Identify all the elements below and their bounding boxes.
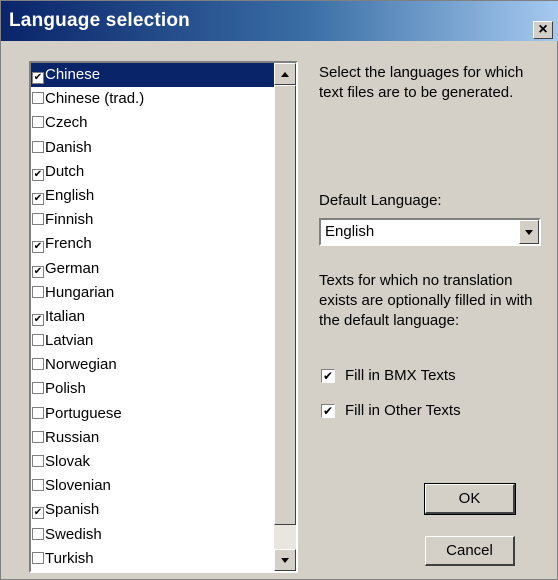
language-selection-dialog: Language selection × ✔ Chinese Chinese (tr… [0,0,558,580]
unchecked-box-icon[interactable] [32,551,44,564]
scroll-down-button[interactable] [274,549,296,571]
language-listbox[interactable]: ✔ Chinese Chinese (trad.) Czech Danish ✔ Dutch… [29,61,298,573]
checked-box-icon[interactable]: ✔ [32,72,44,84]
checked-box-icon[interactable]: ✔ [32,168,44,181]
unchecked-box-icon[interactable] [32,140,44,153]
language-label: English [45,186,95,204]
scroll-up-button[interactable] [274,63,296,85]
unchecked-box-icon[interactable] [32,527,44,540]
close-button[interactable]: × [533,21,553,39]
language-label: German [45,259,100,277]
language-label: Chinese (trad.) [45,90,145,108]
language-item[interactable]: ✔ English [31,184,274,208]
language-item[interactable]: Hungarian [31,281,274,305]
fill-other-label: Fill in Other Texts [345,402,461,419]
language-item[interactable]: ✔ Chinese [31,63,274,88]
unchecked-box-icon[interactable] [32,430,44,443]
unchecked-box-icon[interactable] [32,358,44,371]
language-item[interactable]: Polish [31,377,274,401]
language-label: Portuguese [45,404,122,422]
unchecked-box-icon[interactable] [32,92,44,105]
language-item[interactable]: Portuguese [31,402,274,426]
language-label: Latvian [45,332,94,350]
checked-box-icon[interactable]: ✔ [32,313,44,326]
unchecked-box-icon[interactable] [32,285,44,298]
language-label: Slovak [45,453,91,470]
checked-box-icon[interactable]: ✔ [32,507,44,520]
default-language-value: English [325,223,375,240]
chevron-down-icon [525,230,533,235]
scrollbar[interactable] [274,63,296,571]
language-item[interactable]: Czech [31,111,274,135]
checked-box-icon[interactable]: ✔ [32,241,44,254]
language-item[interactable]: ✔ Dutch [31,160,274,184]
language-item[interactable]: Latvian [31,329,274,353]
dropdown-button[interactable] [519,220,539,244]
language-label: Italian [45,307,86,325]
language-label: Spanish [45,501,100,519]
language-item[interactable]: Slovenian [31,474,274,498]
language-label: Turkish [45,549,94,567]
language-label: Chinese [45,66,101,83]
unchecked-box-icon[interactable] [32,334,44,347]
language-item[interactable]: Swedish [31,523,274,547]
checked-box-icon[interactable]: ✔ [32,265,44,278]
title-bar[interactable]: Language selection [1,1,558,41]
fill-other-check-icon: ✔ [321,404,335,418]
language-item[interactable]: ✔ Spanish [31,498,274,522]
unchecked-box-icon[interactable] [32,455,44,467]
language-label: Hungarian [45,283,115,301]
language-list: ✔ Chinese Chinese (trad.) Czech Danish ✔ Dutch… [31,63,274,571]
fill-note-text: Texts for which no translation exists ar… [319,272,533,329]
language-item[interactable]: Norwegian [31,353,274,377]
language-label: Dutch [45,162,85,180]
language-label: Swedish [45,525,102,543]
language-label: Slovenian [45,477,111,495]
unchecked-box-icon[interactable] [32,382,44,395]
language-item[interactable]: ✔ French [31,232,274,256]
language-item[interactable]: Danish [31,136,274,160]
fill-bmx-label: Fill in BMX Texts [345,367,456,384]
cancel-button[interactable]: Cancel [425,536,515,566]
unchecked-box-icon[interactable] [32,116,44,129]
language-item[interactable]: ✔ Italian [31,305,274,329]
fill-bmx-check-icon: ✔ [321,369,335,383]
unchecked-box-icon[interactable] [32,213,44,226]
description-text: Select the languages for which text file… [319,64,524,101]
checked-box-icon[interactable]: ✔ [32,192,44,205]
scroll-thumb[interactable] [274,85,296,525]
language-label: Czech [45,114,88,132]
language-item[interactable]: ✔ German [31,257,274,281]
unchecked-box-icon[interactable] [32,406,44,419]
arrow-up-icon [281,72,289,77]
language-item[interactable]: Finnish [31,208,274,232]
window-title: Language selection [9,10,190,31]
language-label: French [45,235,92,253]
language-label: Finnish [45,211,94,229]
default-language-select[interactable]: English [319,218,541,246]
language-item[interactable]: Chinese (trad.) [31,87,274,111]
language-label: Norwegian [45,356,117,374]
language-label: Danish [45,138,92,156]
language-item[interactable]: Turkish [31,547,274,571]
language-label: Russian [45,428,100,446]
unchecked-box-icon[interactable] [32,479,44,492]
ok-button[interactable]: OK [424,483,516,515]
language-item[interactable]: Russian [31,426,274,450]
default-language-label: Default Language: [319,192,442,209]
language-label: Polish [45,380,86,398]
arrow-down-icon [281,558,289,563]
language-item[interactable]: Slovak [31,450,274,474]
